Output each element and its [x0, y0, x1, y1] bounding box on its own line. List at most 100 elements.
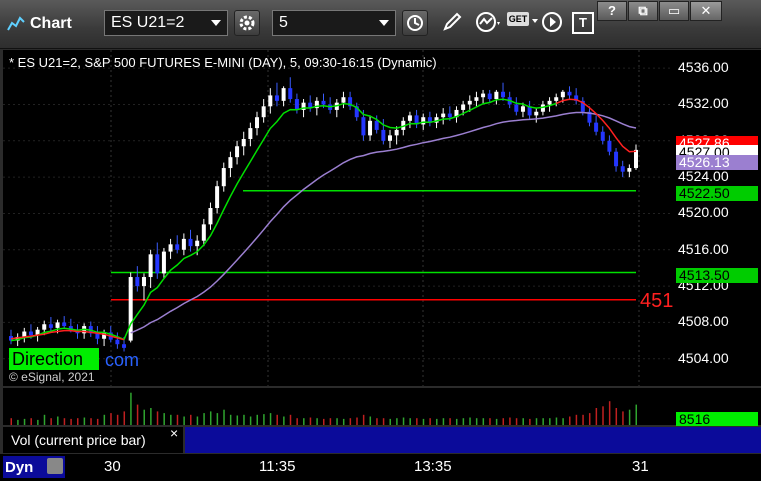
volume-bar — [296, 418, 298, 425]
candle-body — [115, 339, 120, 345]
volume-bar — [203, 413, 205, 425]
studies-button[interactable] — [474, 10, 504, 36]
candle-body — [321, 100, 326, 105]
volume-bar — [482, 418, 485, 425]
volume-bar — [289, 414, 292, 425]
symbol-combo[interactable]: ES U21=2 — [104, 10, 228, 36]
volume-bar — [615, 408, 618, 425]
symbol-settings-button[interactable] — [234, 10, 260, 36]
candle-body — [201, 224, 206, 241]
candle-body — [501, 91, 506, 98]
volume-bar — [156, 411, 159, 425]
candle-body — [547, 100, 552, 105]
chevron-down-icon[interactable] — [379, 20, 389, 26]
volume-bar — [136, 404, 139, 425]
candlestick-chart[interactable] — [3, 50, 673, 386]
candle-body — [381, 129, 386, 141]
price-label: 4522.50 — [676, 186, 758, 201]
draw-tool-button[interactable] — [440, 10, 466, 36]
volume-bar — [130, 392, 132, 425]
candle-body — [374, 120, 379, 130]
volume-bar — [70, 418, 72, 425]
volume-bar — [382, 418, 385, 425]
volume-bar — [216, 413, 219, 425]
candle-body — [627, 168, 632, 172]
candle-body — [268, 95, 273, 107]
candle-body — [175, 244, 180, 250]
candle-body — [255, 117, 260, 129]
candle-body — [620, 166, 625, 172]
candle-body — [141, 277, 146, 287]
volume-bar — [256, 414, 259, 425]
maximize-button[interactable]: ▭ — [659, 1, 689, 21]
get-label: GET — [507, 12, 529, 26]
study-label-box[interactable]: Vol (current price bar) × — [3, 425, 183, 453]
volume-bar — [276, 414, 278, 425]
volume-bar — [608, 401, 611, 425]
volume-bar — [10, 418, 12, 425]
candle-body — [494, 91, 499, 100]
volume-bar — [183, 416, 185, 425]
com-label: com — [105, 350, 140, 370]
interval-settings-button[interactable] — [402, 10, 428, 36]
volume-bar — [236, 415, 239, 425]
study-row: Vol (current price bar) × — [3, 425, 673, 453]
volume-bar — [502, 418, 505, 425]
title-bar: Chart ES U21=2 5 GET T ? ⧉ ▭ ✕ — [0, 0, 761, 49]
study-axis-bar — [673, 427, 761, 453]
volume-bar — [30, 418, 32, 425]
candle-body — [441, 113, 446, 118]
candle-body — [208, 208, 213, 225]
template-button[interactable]: T — [572, 12, 594, 34]
close-icon[interactable]: × — [170, 425, 178, 441]
candle-body — [421, 117, 426, 125]
volume-bar — [402, 417, 405, 425]
volume-pane[interactable] — [3, 388, 673, 425]
interval-combo[interactable]: 5 — [272, 10, 396, 36]
symbol-value: ES U21=2 — [111, 14, 185, 31]
candle-body — [128, 277, 133, 341]
volume-bar — [622, 411, 624, 425]
candle-body — [560, 91, 565, 98]
volume-bar — [243, 414, 245, 425]
clock-icon — [407, 15, 423, 31]
volume-bar — [309, 417, 312, 425]
volume-bar — [529, 418, 531, 425]
volume-bar — [575, 414, 578, 425]
study-label: Vol (current price bar) — [11, 432, 146, 448]
candle-body — [288, 88, 293, 100]
play-button[interactable] — [540, 10, 566, 36]
volume-bar — [549, 418, 551, 425]
volume-bar — [76, 418, 79, 425]
chevron-down-icon[interactable] — [211, 20, 221, 26]
help-button[interactable]: ? — [597, 1, 627, 21]
candle-body — [195, 240, 200, 247]
scale-toggle-icon[interactable] — [47, 458, 63, 474]
volume-bar — [416, 418, 418, 425]
volume-bar — [269, 413, 272, 425]
candle-body — [294, 99, 299, 110]
price-chart[interactable]: * ES U21=2, S&P 500 FUTURES E-MINI (DAY)… — [3, 50, 673, 386]
candle-body — [594, 122, 599, 132]
candle-body — [567, 91, 572, 96]
price-tick: 4504.00 — [678, 349, 729, 366]
get-button[interactable]: GET — [507, 12, 538, 36]
studies-icon — [476, 12, 500, 32]
price-label: 4526.13 — [676, 155, 758, 170]
volume-bars — [10, 392, 637, 425]
restore-button[interactable]: ⧉ — [628, 1, 658, 21]
close-button[interactable]: ✕ — [690, 1, 722, 21]
price-tick: 4520.00 — [678, 204, 729, 221]
volume-bar — [150, 408, 152, 425]
volume-bar — [90, 418, 92, 425]
volume-bar — [303, 418, 305, 425]
interval-value: 5 — [279, 14, 288, 31]
candle-body — [607, 140, 612, 152]
dyn-box[interactable]: Dyn — [3, 456, 65, 478]
dyn-label: Dyn — [5, 459, 34, 476]
volume-bar — [535, 418, 538, 425]
ma-green-line — [10, 98, 557, 342]
candle-body — [261, 106, 266, 118]
volume-bar — [582, 414, 584, 425]
volume-bar — [170, 414, 172, 425]
